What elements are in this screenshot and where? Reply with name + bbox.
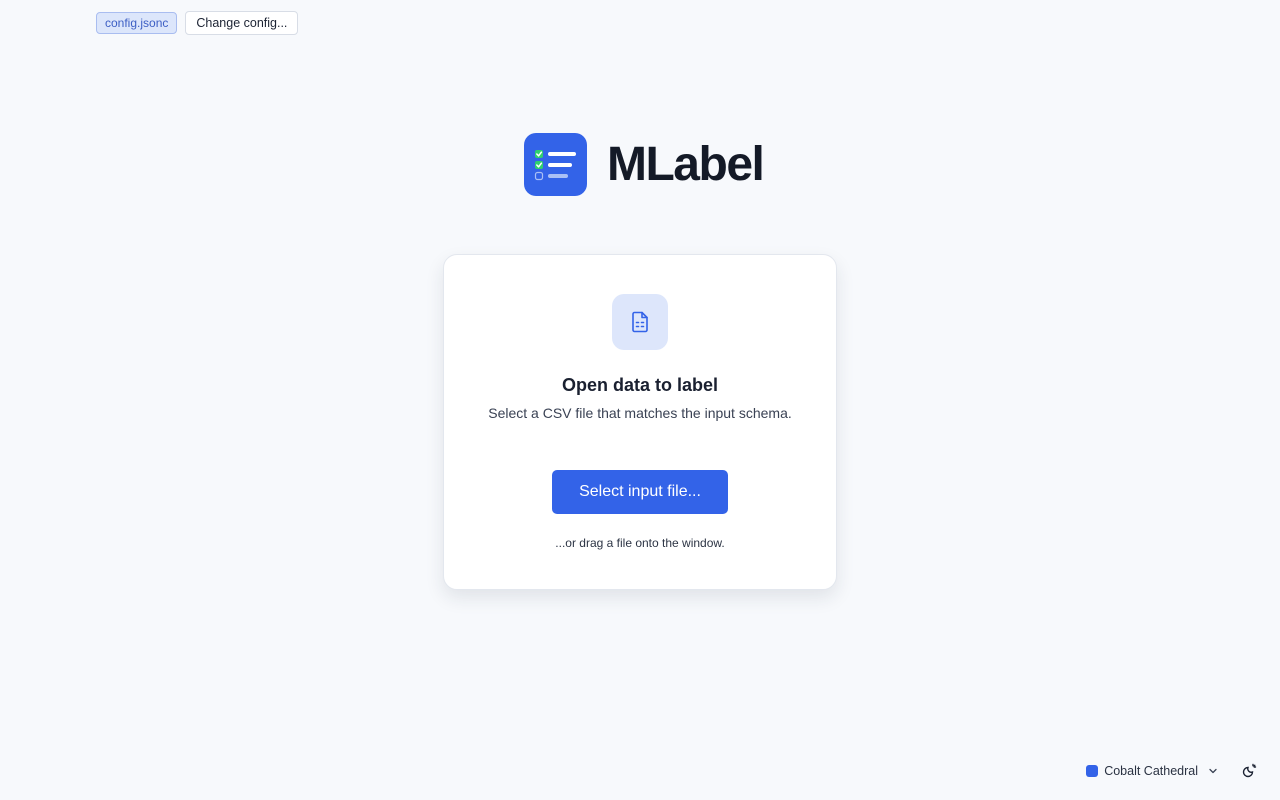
config-file-badge: config.jsonc — [96, 12, 178, 34]
open-data-card: Open data to label Select a CSV file tha… — [443, 254, 837, 590]
select-input-file-button[interactable]: Select input file... — [552, 470, 728, 514]
document-icon — [612, 294, 668, 350]
brand-header: MLabel — [524, 133, 765, 196]
theme-swatch — [1086, 765, 1099, 777]
theme-name: Cobalt Cathedral — [1104, 764, 1198, 778]
bottom-bar: Cobalt Cathedral — [1086, 762, 1258, 780]
theme-selector[interactable]: Cobalt Cathedral — [1086, 764, 1218, 778]
sun-moon-icon[interactable] — [1240, 762, 1258, 780]
change-config-button[interactable]: Change config... — [185, 11, 299, 35]
app-window: config.jsonc Change config... MLabel Ope… — [0, 0, 1280, 800]
card-subtitle: Select a CSV file that matches the input… — [488, 405, 792, 421]
card-title: Open data to label — [561, 375, 719, 395]
drag-hint: ...or drag a file onto the window. — [555, 536, 725, 550]
checklist-icon — [524, 133, 587, 196]
app-name: MLabel — [607, 138, 765, 191]
top-toolbar: config.jsonc Change config... — [96, 11, 299, 35]
chevron-down-icon — [1208, 766, 1218, 776]
